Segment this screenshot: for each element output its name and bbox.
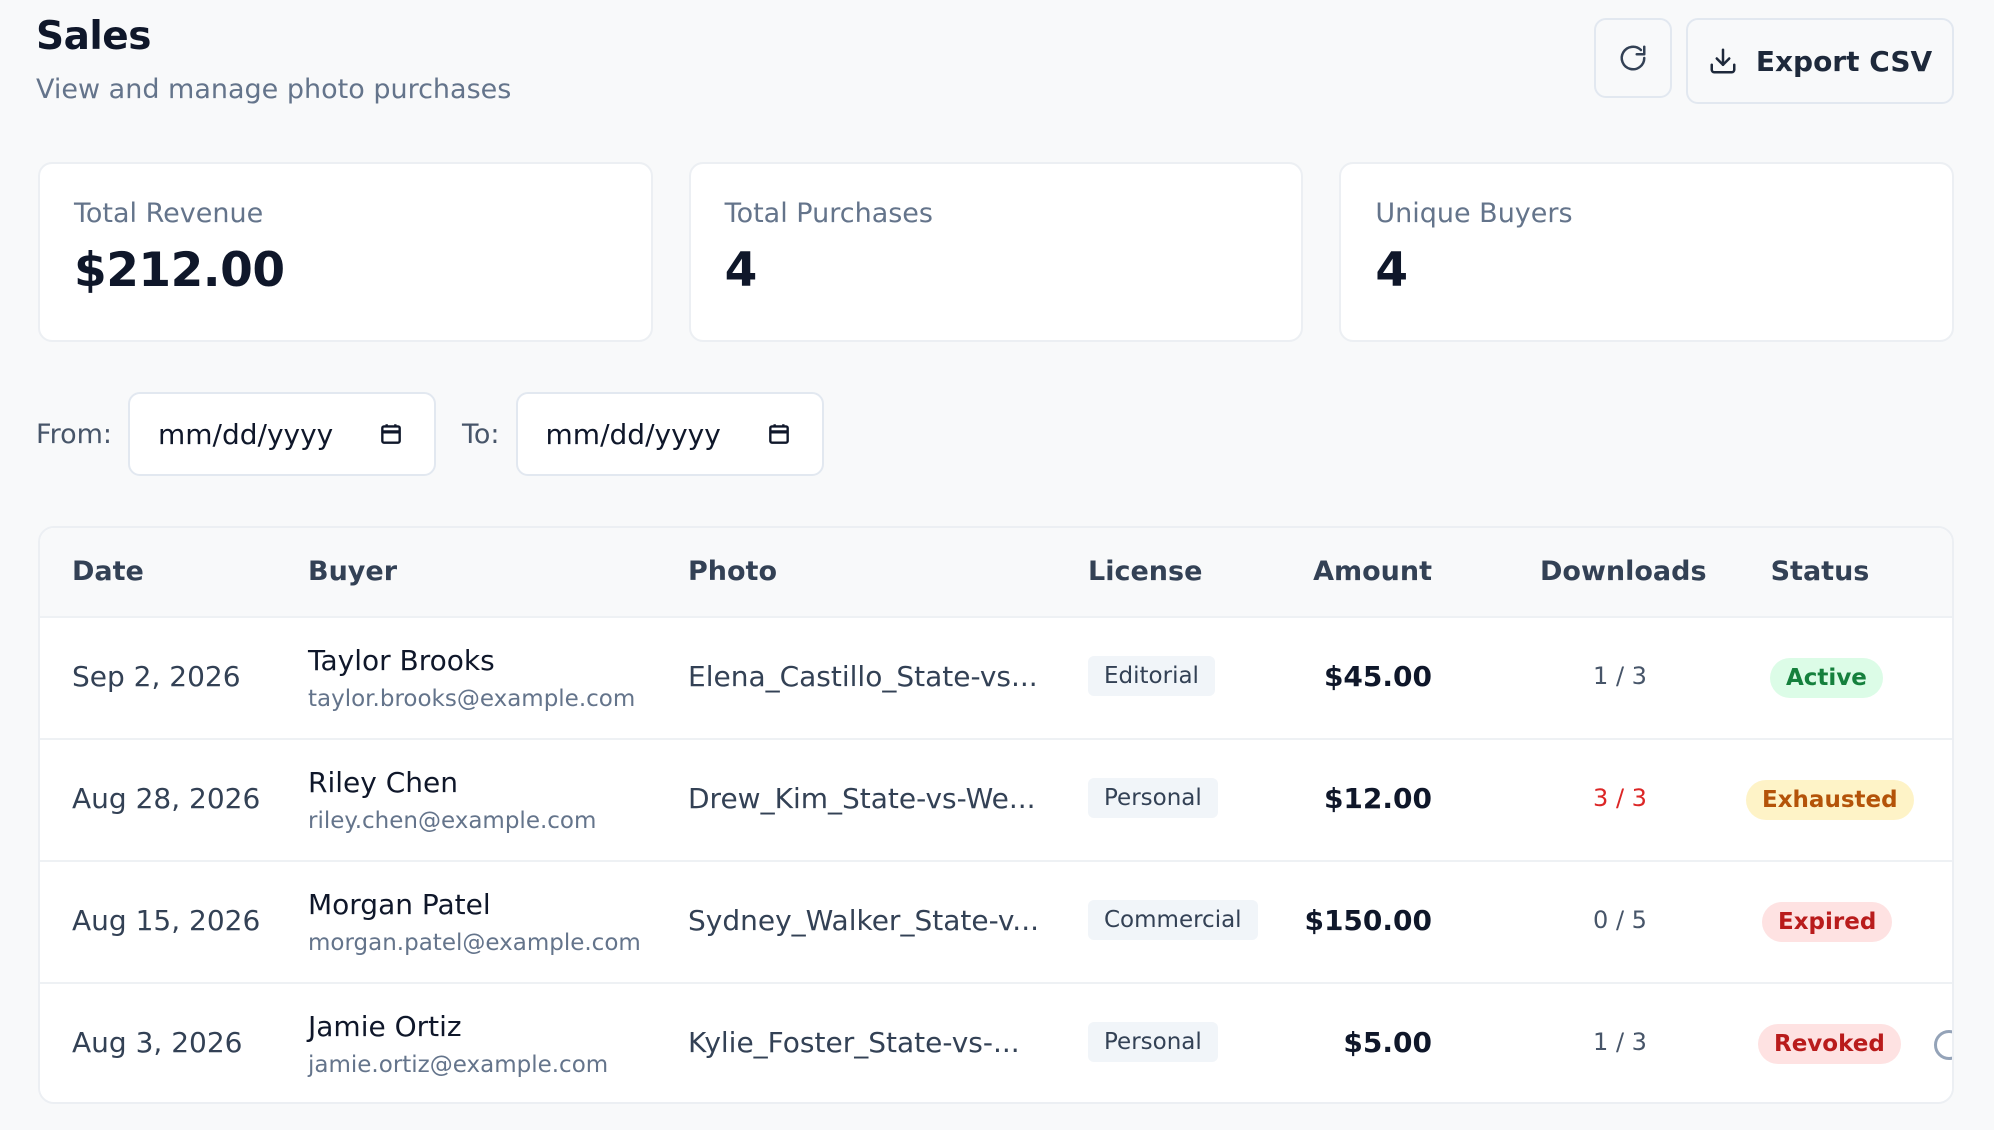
- purchase-date: Aug 15, 2026: [72, 904, 261, 937]
- buyer-name: Taylor Brooks: [308, 644, 495, 677]
- column-header-downloads[interactable]: Downloads: [1540, 556, 1707, 587]
- purchase-date: Sep 2, 2026: [72, 660, 241, 693]
- column-header-photo[interactable]: Photo: [688, 556, 777, 587]
- buyer-name: Jamie Ortiz: [308, 1010, 462, 1043]
- license-badge: Commercial: [1088, 900, 1258, 940]
- license-badge: Personal: [1088, 778, 1218, 818]
- buyer-email: riley.chen@example.com: [308, 808, 597, 834]
- purchase-date: Aug 28, 2026: [72, 782, 261, 815]
- amount: $5.00: [1343, 1026, 1432, 1059]
- downloads-count: 0 / 5: [1593, 906, 1647, 934]
- license-badge: Personal: [1088, 1022, 1218, 1062]
- export-csv-button[interactable]: Export CSV: [1686, 18, 1954, 104]
- buyer-email: jamie.ortiz@example.com: [308, 1052, 609, 1078]
- history-icon[interactable]: [1934, 1030, 1952, 1060]
- buyer-email: morgan.patel@example.com: [308, 930, 641, 956]
- column-header-amount[interactable]: Amount: [1313, 556, 1432, 587]
- from-date-value: mm/dd/yyyy: [158, 417, 334, 451]
- photo-filename: Sydney_Walker_State-v...: [688, 904, 1040, 937]
- table-row[interactable]: Sep 2, 2026 Taylor Brooks taylor.brooks@…: [40, 618, 1952, 740]
- page-subtitle: View and manage photo purchases: [36, 74, 512, 105]
- downloads-count: 1 / 3: [1593, 1028, 1647, 1056]
- refresh-button[interactable]: [1594, 18, 1672, 98]
- column-header-date[interactable]: Date: [72, 556, 144, 587]
- calendar-icon[interactable]: [766, 421, 792, 447]
- column-header-buyer[interactable]: Buyer: [308, 556, 397, 587]
- buyer-name: Morgan Patel: [308, 888, 491, 921]
- stats-row: Total Revenue $212.00 Total Purchases 4 …: [38, 162, 1955, 342]
- calendar-icon[interactable]: [378, 421, 404, 447]
- to-date-value: mm/dd/yyyy: [545, 417, 721, 451]
- stat-value: 4: [724, 243, 758, 298]
- buyer-email: taylor.brooks@example.com: [308, 686, 636, 712]
- date-filters: From: mm/dd/yyyy To: mm/dd/yyyy: [36, 392, 824, 476]
- column-header-license[interactable]: License: [1088, 556, 1202, 587]
- license-badge: Editorial: [1088, 656, 1215, 696]
- export-csv-label: Export CSV: [1755, 44, 1933, 78]
- downloads-count: 1 / 3: [1593, 662, 1647, 690]
- from-label: From:: [36, 418, 112, 450]
- status-badge: Exhausted: [1746, 780, 1914, 820]
- refresh-icon: [1618, 43, 1648, 73]
- amount: $45.00: [1323, 660, 1432, 693]
- status-badge: Expired: [1762, 902, 1893, 942]
- sales-page: Sales View and manage photo purchases Ex…: [0, 0, 1994, 1130]
- photo-filename: Drew_Kim_State-vs-We...: [688, 782, 1036, 815]
- photo-filename: Kylie_Foster_State-vs-...: [688, 1026, 1020, 1059]
- status-badge: Revoked: [1758, 1024, 1901, 1064]
- stat-card-total-revenue: Total Revenue $212.00: [38, 162, 653, 342]
- buyer-name: Riley Chen: [308, 766, 458, 799]
- purchase-date: Aug 3, 2026: [72, 1026, 243, 1059]
- stat-label: Total Purchases: [724, 198, 933, 229]
- table-row[interactable]: Aug 15, 2026 Morgan Patel morgan.patel@e…: [40, 862, 1952, 984]
- page-title: Sales: [36, 14, 151, 59]
- to-label: To:: [462, 418, 500, 450]
- stat-value: 4: [1375, 243, 1408, 298]
- table-row[interactable]: Aug 28, 2026 Riley Chen riley.chen@examp…: [40, 740, 1952, 862]
- downloads-count: 3 / 3: [1593, 784, 1647, 812]
- to-date-input[interactable]: mm/dd/yyyy: [515, 392, 824, 476]
- sales-table: Date Buyer Photo License Amount Download…: [38, 526, 1954, 1104]
- amount: $150.00: [1304, 904, 1432, 937]
- photo-filename: Elena_Castillo_State-vs...: [688, 660, 1038, 693]
- status-badge: Active: [1770, 658, 1883, 698]
- from-date-input[interactable]: mm/dd/yyyy: [128, 392, 436, 476]
- stat-value: $212.00: [74, 243, 285, 298]
- table-header: Date Buyer Photo License Amount Download…: [40, 528, 1952, 618]
- column-header-status[interactable]: Status: [1740, 556, 1900, 587]
- download-icon: [1708, 46, 1738, 76]
- stat-label: Unique Buyers: [1375, 198, 1573, 229]
- amount: $12.00: [1323, 782, 1432, 815]
- table-row[interactable]: Aug 3, 2026 Jamie Ortiz jamie.ortiz@exam…: [40, 984, 1952, 1102]
- stat-card-unique-buyers: Unique Buyers 4: [1339, 162, 1955, 342]
- page-header: Sales View and manage photo purchases Ex…: [36, 0, 1954, 130]
- stat-label: Total Revenue: [74, 198, 264, 229]
- stat-card-total-purchases: Total Purchases 4: [688, 162, 1304, 342]
